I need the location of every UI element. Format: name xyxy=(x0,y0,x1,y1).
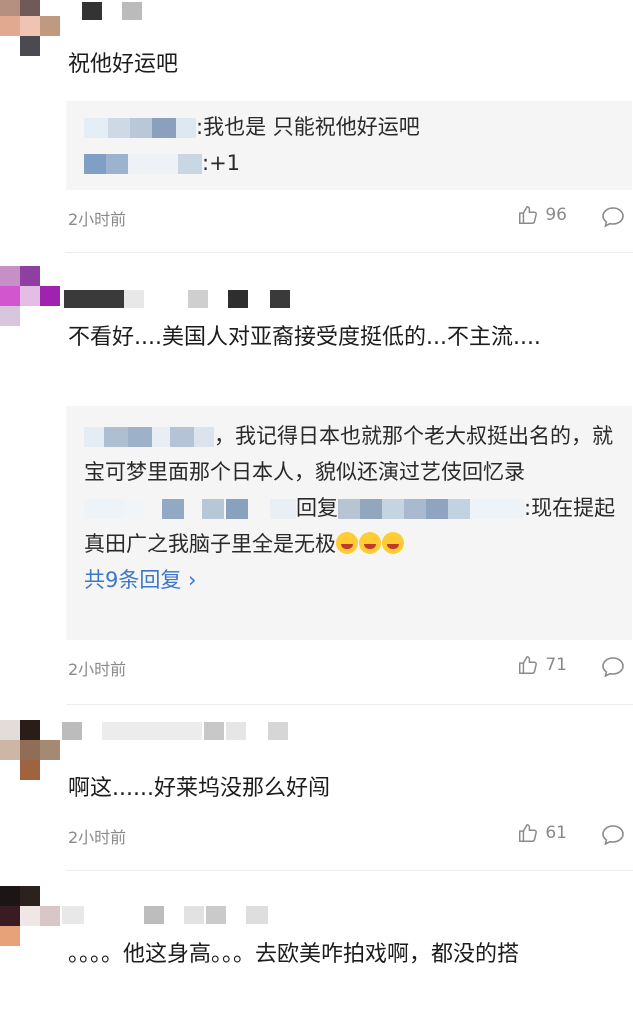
comment-item: 祝他好运吧 :我也是 只能祝他好运吧 :+1 2小时前 96 xyxy=(0,0,633,250)
username-blurred[interactable] xyxy=(62,722,288,740)
reply-connector: 回复 xyxy=(296,496,338,520)
username-blurred[interactable] xyxy=(82,2,162,20)
divider xyxy=(66,252,633,253)
comment-text: 不看好....美国人对亚裔接受度挺低的...不主流.... xyxy=(68,325,541,350)
laughing-crying-emoji-icon xyxy=(336,532,358,554)
like-button[interactable]: 61 xyxy=(517,822,567,844)
reply-target-username-blurred[interactable] xyxy=(338,499,524,519)
comment-bubble-icon[interactable] xyxy=(601,656,625,678)
reply-list[interactable]: ，我记得日本也就那个老大叔挺出名的，就宝可梦里面那个日本人，貌似还演过艺伎回忆录… xyxy=(66,406,632,640)
thumbs-up-icon xyxy=(519,656,538,674)
username-blurred[interactable] xyxy=(62,906,268,924)
reply-username-blurred[interactable] xyxy=(84,118,196,138)
like-count: 71 xyxy=(545,655,567,675)
reply-text: :我也是 只能祝他好运吧 xyxy=(196,115,420,139)
avatar[interactable] xyxy=(0,0,62,58)
thumbs-up-icon xyxy=(519,824,538,842)
comment-time: 2小时前 xyxy=(68,828,127,847)
like-count: 61 xyxy=(545,823,567,843)
reply-item[interactable]: 回复 :现在提起真田广之我脑子里全是无极 xyxy=(84,490,620,562)
avatar[interactable] xyxy=(0,720,62,782)
reply-username-blurred[interactable] xyxy=(84,499,296,519)
comment-bubble-icon[interactable] xyxy=(601,206,625,228)
divider xyxy=(66,704,633,705)
thumbs-up-icon xyxy=(519,206,538,224)
comment-item: 。。。。他这身高。。。去欧美咋拍戏啊，都没的搭 xyxy=(0,880,633,1009)
comment-text: 祝他好运吧 xyxy=(68,52,179,77)
reply-username-blurred[interactable] xyxy=(84,427,214,447)
reply-list[interactable]: :我也是 只能祝他好运吧 :+1 xyxy=(66,101,632,190)
laughing-crying-emoji-icon xyxy=(382,532,404,554)
comment-time: 2小时前 xyxy=(68,660,127,679)
reply-item[interactable]: :+1 xyxy=(84,145,620,181)
chevron-right-icon: › xyxy=(181,568,197,592)
reply-username-blurred[interactable] xyxy=(84,154,202,174)
reply-text: :+1 xyxy=(202,151,241,175)
comment-item: 啊这......好莱坞没那么好闯 2小时前 61 xyxy=(0,714,633,864)
like-button[interactable]: 96 xyxy=(517,204,567,226)
comment-time: 2小时前 xyxy=(68,210,127,229)
more-replies-link[interactable]: 共9条回复 › xyxy=(84,562,620,598)
comment-text: 啊这......好莱坞没那么好闯 xyxy=(68,776,330,801)
comment-item: 不看好....美国人对亚裔接受度挺低的...不主流.... ，我记得日本也就那个… xyxy=(0,262,633,702)
divider xyxy=(66,870,633,871)
comment-bubble-icon[interactable] xyxy=(601,824,625,846)
like-count: 96 xyxy=(545,205,567,225)
laughing-crying-emoji-icon xyxy=(359,532,381,554)
like-button[interactable]: 71 xyxy=(517,654,567,676)
reply-item[interactable]: ，我记得日本也就那个老大叔挺出名的，就宝可梦里面那个日本人，貌似还演过艺伎回忆录 xyxy=(84,418,620,490)
avatar[interactable] xyxy=(0,886,62,948)
reply-item[interactable]: :我也是 只能祝他好运吧 xyxy=(84,109,620,145)
more-replies-label: 共9条回复 xyxy=(84,568,182,592)
avatar[interactable] xyxy=(0,266,62,328)
username-blurred[interactable] xyxy=(64,290,290,308)
comment-text: 。。。。他这身高。。。去欧美咋拍戏啊，都没的搭 xyxy=(68,942,520,967)
